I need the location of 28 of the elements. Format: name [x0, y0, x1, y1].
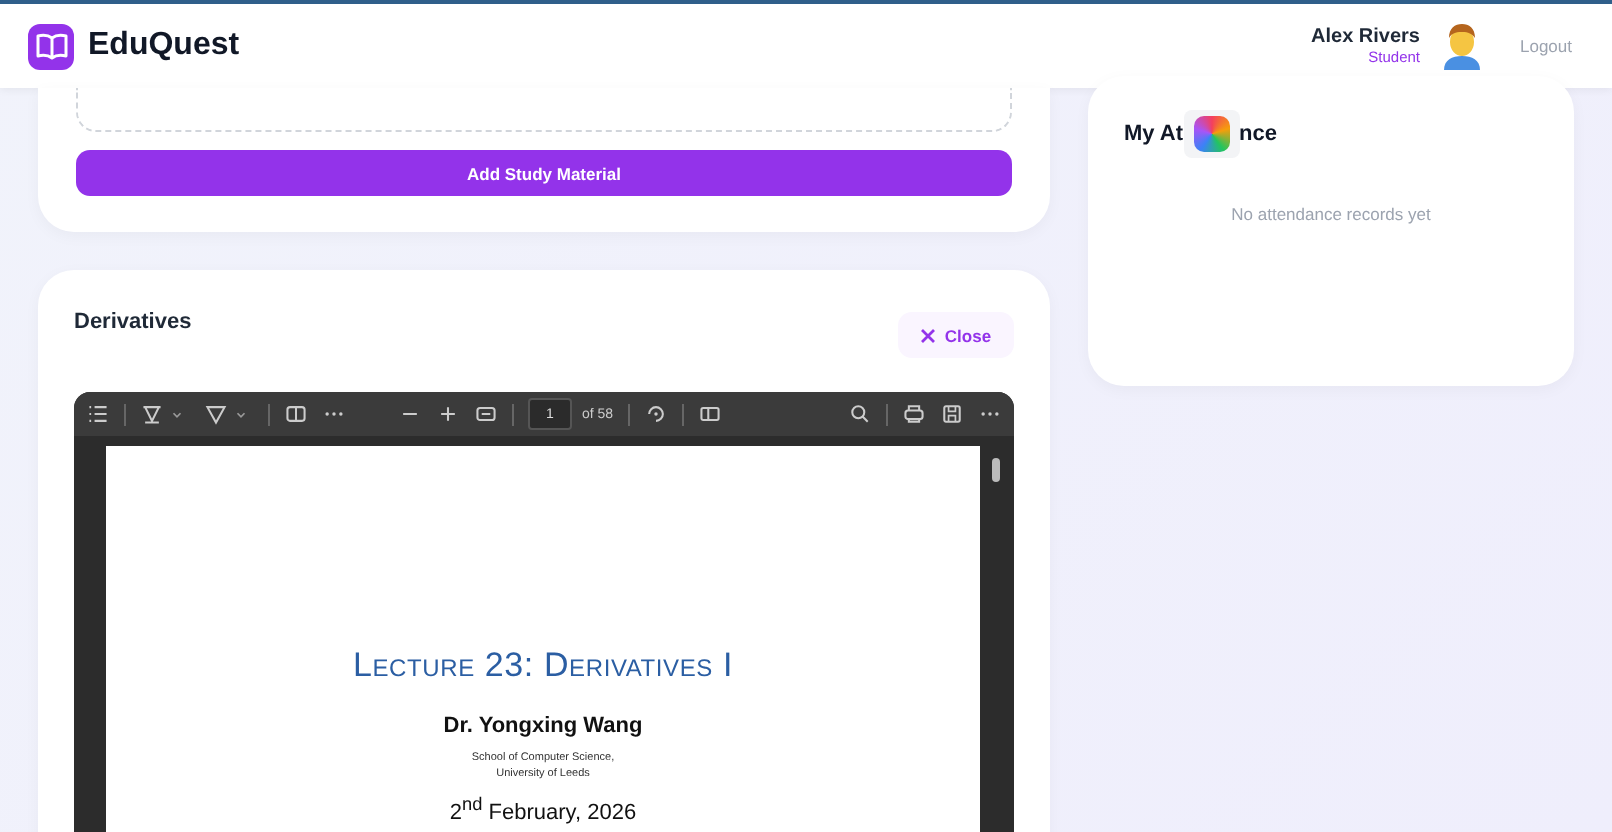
chevron-down-icon[interactable] — [170, 407, 184, 421]
zoom-in-icon[interactable] — [436, 402, 460, 426]
outline-list-icon[interactable] — [86, 402, 110, 426]
save-icon[interactable] — [940, 402, 964, 426]
chevron-down-icon[interactable] — [234, 407, 248, 421]
user-name: Alex Rivers — [1311, 26, 1420, 48]
attendance-title: My At — [1124, 122, 1184, 146]
material-title: Derivatives — [74, 310, 192, 334]
floating-app-icon[interactable] — [1183, 110, 1240, 158]
two-page-icon[interactable] — [284, 402, 308, 426]
pen-icon[interactable] — [204, 402, 228, 426]
fit-page-icon[interactable] — [474, 402, 498, 426]
print-icon[interactable] — [902, 402, 926, 426]
search-icon[interactable] — [848, 402, 872, 426]
add-study-material-button[interactable]: Add Study Material — [76, 150, 1012, 196]
attendance-title: nce — [1239, 122, 1278, 146]
document-title: Lecture 23: Derivatives I — [353, 646, 733, 686]
close-button[interactable]: Close — [898, 312, 1014, 358]
app-name: EduQuest — [88, 28, 240, 64]
avatar-icon — [1440, 22, 1484, 70]
close-icon — [920, 327, 937, 343]
book-icon — [28, 23, 74, 69]
rotate-icon[interactable] — [643, 402, 668, 426]
empty-message: No attendance records yet — [1229, 204, 1433, 224]
document-date: 2$^{nd}$ February, 2026 — [449, 794, 637, 826]
sidebar-icon[interactable] — [697, 402, 722, 426]
highlighter-icon[interactable] — [140, 402, 164, 426]
document-author: Dr. Yongxing Wang — [443, 714, 643, 738]
